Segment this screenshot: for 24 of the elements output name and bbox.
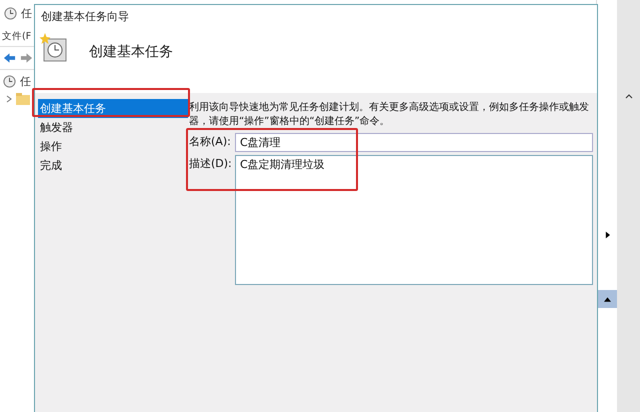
task-clock-icon bbox=[39, 33, 69, 63]
scroll-up-button[interactable] bbox=[598, 290, 617, 308]
wizard-step[interactable]: 触发器 bbox=[38, 118, 188, 137]
expand-right-icon[interactable] bbox=[605, 231, 610, 239]
forward-icon[interactable] bbox=[20, 52, 33, 64]
description-field[interactable]: C盘定期清理垃圾 bbox=[235, 155, 593, 285]
folder-icon bbox=[16, 93, 30, 105]
window-title: 任 bbox=[21, 6, 32, 20]
clock-icon bbox=[4, 6, 17, 20]
wizard-step[interactable]: 完成 bbox=[38, 156, 188, 175]
back-icon[interactable] bbox=[3, 52, 16, 64]
dialog-title: 创建基本任务向导 bbox=[41, 8, 129, 24]
intro-text: 利用该向导快速地为常见任务创建计划。有关更多高级选项或设置，例如多任务操作或触发器，请使用“操作”窗格中的“创建任务”命令。 bbox=[189, 101, 590, 129]
field-label: 名称(A): bbox=[189, 134, 232, 150]
menu-item[interactable]: 文件(F bbox=[2, 31, 32, 42]
clock-icon bbox=[3, 75, 16, 88]
name-field[interactable]: C盘清理 bbox=[235, 133, 593, 152]
dialog-heading: 创建基本任务 bbox=[89, 43, 173, 61]
expand-icon[interactable] bbox=[6, 95, 12, 103]
caret-up-icon[interactable] bbox=[625, 94, 633, 99]
field-label: 描述(D): bbox=[189, 156, 233, 172]
wizard-step[interactable]: 操作 bbox=[38, 137, 188, 156]
triangle-up-icon bbox=[604, 296, 611, 302]
tree-item[interactable]: 任 bbox=[20, 74, 31, 89]
